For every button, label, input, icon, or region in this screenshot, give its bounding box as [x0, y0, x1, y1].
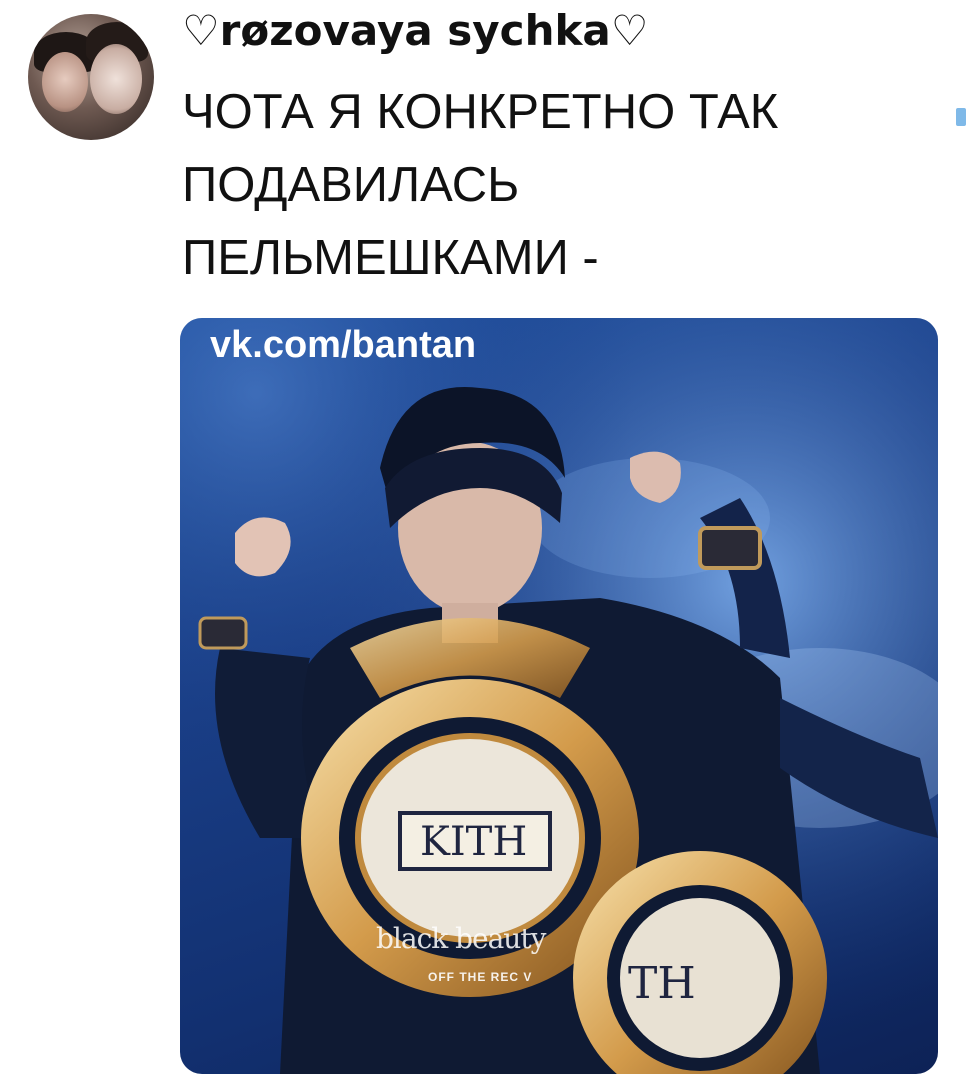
username[interactable]: ♡røzovaya sychka♡: [182, 6, 648, 56]
tweet-text-line: ПЕЛЬМЕШКАМИ -: [182, 231, 599, 285]
media-illustration: [180, 318, 938, 1074]
tweet-text-line: ЧОТА Я КОНКРЕТНО ТАК: [182, 85, 779, 139]
watermark: vk.com/bantan: [210, 324, 477, 366]
avatar-face-right: [90, 44, 142, 114]
shirt-logo-partial: TH: [628, 958, 696, 1009]
caption-script: black beauty: [376, 922, 546, 955]
avatar-face-left: [42, 52, 88, 112]
tweet-text: ЧОТА Я КОНКРЕТНО ТАК ПОДАВИЛАСЬ ПЕЛЬМЕШК…: [182, 76, 902, 295]
caption-small: OFF THE REC V: [428, 970, 533, 984]
media-image[interactable]: KITH TH vk.com/bantan black beauty OFF T…: [180, 318, 938, 1074]
avatar[interactable]: [28, 14, 154, 140]
scroll-indicator: [956, 108, 966, 126]
shirt-logo: KITH: [420, 819, 528, 865]
tweet-text-line: ПОДАВИЛАСЬ: [182, 158, 520, 212]
